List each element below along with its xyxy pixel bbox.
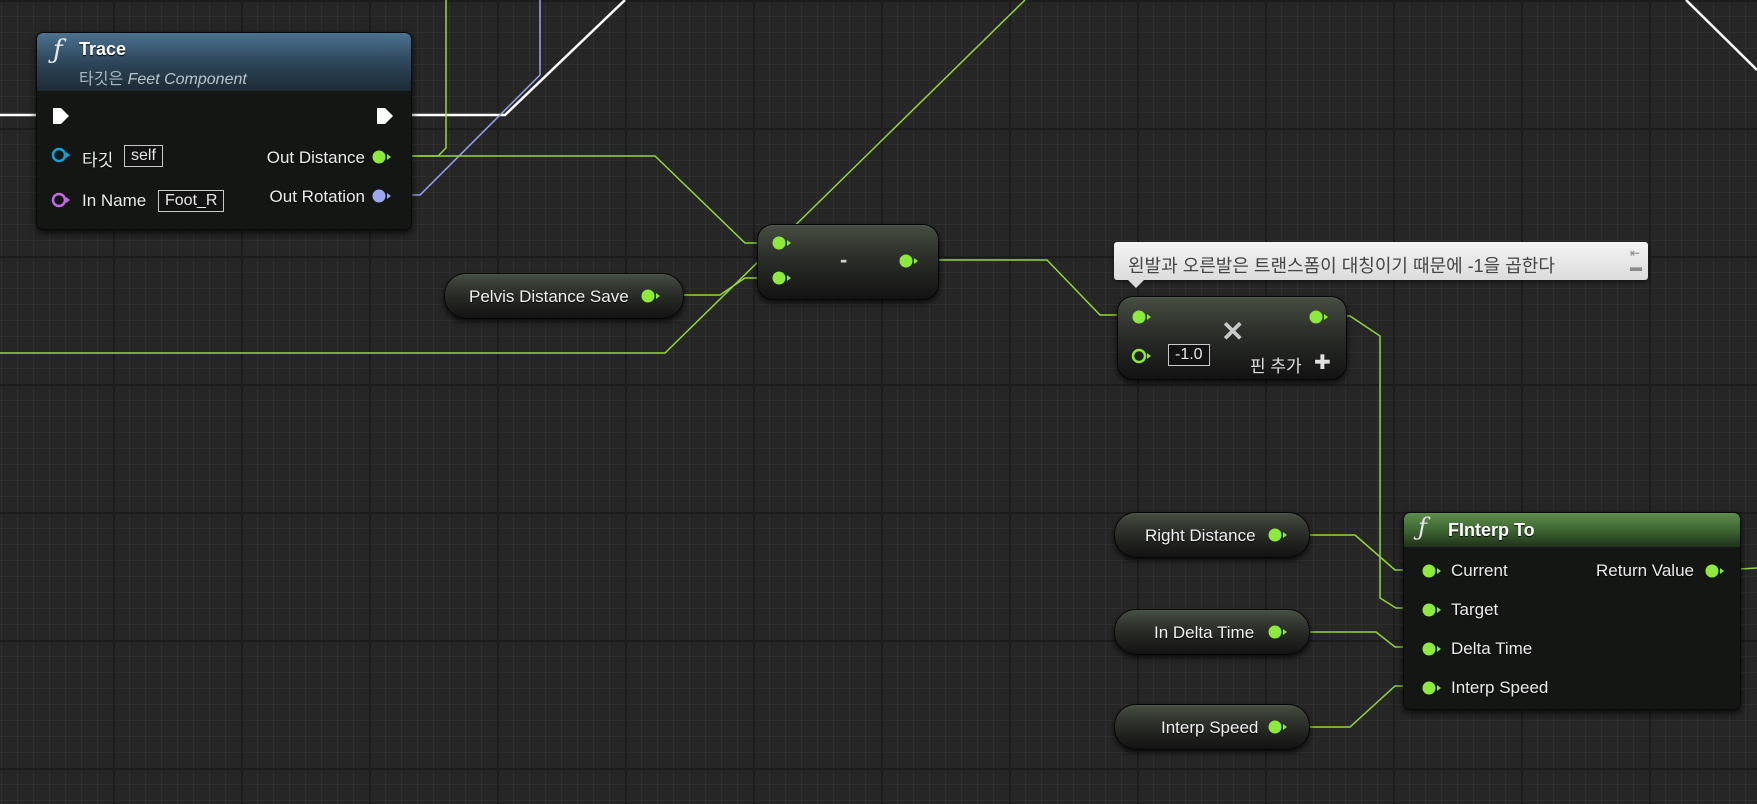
multiply-operator: ✕ (1221, 316, 1245, 347)
interp-speed-pin-label: Interp Speed (1451, 678, 1549, 697)
out-distance-label: Out Distance (266, 148, 365, 167)
subtract-input-b-pin[interactable] (771, 270, 793, 286)
comment-bubble[interactable]: 왼발과 오른발은 트랜스폼이 대칭이기 때문에 -1을 곱한다 ⇤ ▬ (1114, 242, 1648, 288)
right-distance-pin[interactable] (1267, 527, 1289, 543)
plus-icon[interactable]: ✚ (1314, 350, 1331, 375)
trace-node-subtitle: 타깃은 Feet Component (79, 71, 247, 88)
current-pin-label: Current (1451, 561, 1508, 580)
return-value-pin[interactable] (1704, 563, 1726, 579)
out-rotation-pin[interactable] (371, 188, 393, 204)
right-distance-label: Right Distance (1145, 526, 1256, 545)
function-icon: ƒ (53, 35, 63, 65)
out-rotation-label: Out Rotation (269, 187, 365, 206)
target-pin-label: Target (1451, 600, 1499, 619)
return-value-label: Return Value (1596, 561, 1694, 580)
float-wire-sub-mult (922, 259, 1140, 316)
exec-wire-out (395, 0, 626, 117)
subtract-operator: - (840, 247, 848, 272)
in-name-pin[interactable] (51, 191, 73, 209)
in-delta-time-pin[interactable] (1267, 624, 1289, 640)
out-distance-pin[interactable] (371, 149, 393, 165)
pelvis-distance-save-pin[interactable] (640, 288, 662, 304)
trace-node-header[interactable]: ƒ Trace 타깃은 Feet Component (37, 33, 411, 91)
trace-node[interactable]: ƒ Trace 타깃은 Feet Component 타깃 self In Na… (36, 32, 412, 230)
rotator-wire (394, 0, 541, 196)
comment-pin-icon[interactable]: ⇤ ▬ (1630, 246, 1642, 274)
in-name-pin-label: In Name (82, 191, 147, 210)
delta-time-pin[interactable] (1421, 641, 1443, 657)
in-delta-time-label: In Delta Time (1154, 623, 1255, 642)
trace-node-title: Trace (79, 39, 127, 59)
finterp-node-title: FInterp To (1448, 520, 1535, 540)
interp-speed-pin[interactable] (1267, 719, 1289, 735)
current-pin[interactable] (1421, 563, 1443, 579)
multiply-input-b-pin[interactable] (1131, 348, 1153, 364)
add-pin-label[interactable]: 핀 추가 (1250, 352, 1302, 377)
in-delta-time-node[interactable]: In Delta Time (1114, 609, 1310, 655)
subtract-node[interactable]: - (757, 224, 939, 300)
multiply-input-a-pin[interactable] (1131, 309, 1153, 325)
subtract-output-pin[interactable] (898, 253, 920, 269)
exec-wire-top-right (1685, 0, 1757, 71)
in-name-value-field[interactable]: Foot_R (158, 190, 225, 212)
comment-text: 왼발과 오른발은 트랜스폼이 대칭이기 때문에 -1을 곱한다 (1128, 256, 1555, 276)
exec-out-pin[interactable] (375, 106, 395, 126)
exec-in-pin[interactable] (51, 106, 71, 126)
interp-speed-node[interactable]: Interp Speed (1114, 704, 1310, 750)
right-distance-node[interactable]: Right Distance (1114, 512, 1310, 558)
multiply-node[interactable]: -1.0 ✕ 핀 추가 ✚ (1117, 296, 1347, 380)
interp-speed-input-pin[interactable] (1421, 680, 1443, 696)
pelvis-distance-save-label: Pelvis Distance Save (469, 287, 629, 306)
target-object-pin[interactable] (51, 146, 73, 164)
function-icon: ƒ (1418, 513, 1427, 541)
target-value-field[interactable]: self (124, 145, 163, 167)
subtract-input-a-pin[interactable] (771, 235, 793, 251)
pelvis-distance-save-node[interactable]: Pelvis Distance Save (444, 273, 684, 319)
multiply-output-pin[interactable] (1308, 309, 1330, 325)
interp-speed-label: Interp Speed (1161, 718, 1259, 737)
float-wire-out-distance-sub (394, 155, 778, 244)
target-pin[interactable] (1421, 602, 1443, 618)
multiply-value-field[interactable]: -1.0 (1168, 344, 1210, 366)
finterp-node-header[interactable]: ƒ FInterp To (1404, 513, 1740, 547)
delta-time-pin-label: Delta Time (1451, 639, 1533, 658)
target-pin-label: 타깃 (82, 151, 114, 170)
finterp-to-node[interactable]: ƒ FInterp To Current Target Delta Time I… (1403, 512, 1741, 710)
